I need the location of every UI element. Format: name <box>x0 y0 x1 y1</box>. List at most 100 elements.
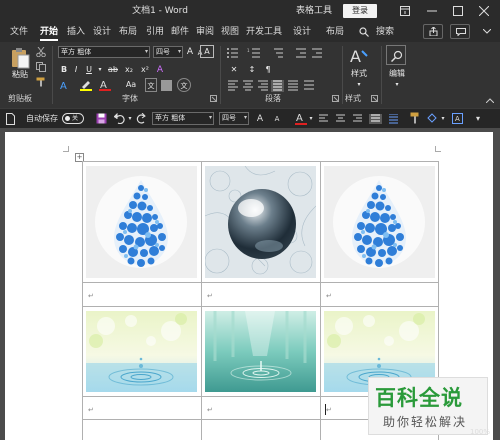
tab-file[interactable]: 文件 <box>10 22 28 42</box>
maximize-button[interactable] <box>446 0 470 22</box>
font-size-value: 四号 <box>156 48 170 56</box>
close-button[interactable] <box>472 0 496 22</box>
login-button[interactable]: 登录 <box>343 4 377 18</box>
dialog-launcher-icon[interactable] <box>371 95 378 102</box>
phonetic-guide-button[interactable]: 文 <box>145 78 157 92</box>
cut-icon[interactable] <box>36 47 46 57</box>
list-buttons[interactable]: 1 <box>226 47 336 59</box>
tab-layout[interactable]: 布局 <box>119 22 137 42</box>
table-border <box>320 161 321 440</box>
close-icon <box>479 6 489 16</box>
search-label[interactable]: 搜索 <box>376 22 394 42</box>
show-hide-marks-button[interactable]: ¶ <box>262 63 274 77</box>
text-effects-icon[interactable]: A <box>60 80 72 90</box>
chevron-down-icon[interactable]: ▾ <box>127 112 133 126</box>
paragraph-group-label: 段落 <box>265 94 281 103</box>
tab-review[interactable]: 审阅 <box>196 22 214 42</box>
dialog-launcher-icon[interactable] <box>210 95 217 102</box>
underline-button[interactable]: U <box>84 63 94 77</box>
text-box-icon[interactable]: A <box>452 113 463 124</box>
font-color-icon[interactable]: A <box>99 79 111 91</box>
paste-icon[interactable] <box>9 47 31 69</box>
editing-button[interactable] <box>386 45 406 65</box>
chevron-down-icon[interactable]: ▾ <box>392 78 402 92</box>
tab-mailings[interactable]: 邮件 <box>171 22 189 42</box>
table-border <box>82 306 438 307</box>
quick-access-toolbar: 自动保存 关 ▾ 苹方 粗体 ▾ 四号 ▾ A A A ▾ ▾ A ▾ <box>0 108 500 128</box>
collapse-ribbon-icon[interactable] <box>486 98 494 103</box>
chevron-down-icon[interactable]: ▾ <box>98 63 102 77</box>
document-icon <box>6 113 15 125</box>
autosave-toggle[interactable]: 关 <box>62 113 84 124</box>
bold-button[interactable]: B <box>59 63 69 77</box>
svg-text:A: A <box>60 81 67 90</box>
search-icon[interactable] <box>359 27 369 37</box>
tab-view[interactable]: 视图 <box>221 22 239 42</box>
font-group-label: 字体 <box>122 94 138 103</box>
alignment-buttons[interactable] <box>228 80 328 92</box>
shrink-font-button[interactable]: A <box>272 112 282 126</box>
minimize-button[interactable] <box>420 0 444 22</box>
tab-references[interactable]: 引用 <box>146 22 164 42</box>
water-droplet-pattern-image[interactable] <box>205 166 316 278</box>
tab-design[interactable]: 设计 <box>93 22 111 42</box>
svg-text:A: A <box>455 115 460 123</box>
ribbon: 粘贴 剪贴板 苹方 粗体 ▾ 四号 ▾ A A A B I U ▾ ab x₂ x²… <box>0 42 500 108</box>
tab-insert[interactable]: 插入 <box>67 22 85 42</box>
customize-toolbar-icon[interactable]: ▾ <box>474 112 482 126</box>
styles-icon[interactable]: A <box>350 47 368 65</box>
tab-table-design[interactable]: 设计 <box>293 22 311 42</box>
paste-label[interactable]: 粘贴 <box>8 68 32 82</box>
comments-button[interactable] <box>450 24 470 39</box>
chevron-down-icon[interactable]: ▾ <box>440 112 446 126</box>
font-color-icon[interactable]: A <box>295 112 307 125</box>
save-icon[interactable] <box>96 113 107 124</box>
change-case-button[interactable]: Aa <box>123 78 139 92</box>
table-border <box>82 161 83 440</box>
highlight-icon[interactable] <box>80 79 92 91</box>
zoom-level[interactable]: 100% <box>470 428 490 436</box>
sort-button[interactable]: ↕ <box>246 63 258 77</box>
grow-font-button[interactable]: A <box>185 45 195 59</box>
undo-icon[interactable] <box>114 113 126 124</box>
font-size-combo[interactable]: 四号 ▾ <box>153 46 183 58</box>
margin-corner-mark <box>63 146 69 152</box>
watermark-badge: 百科全说 助你轻松解决 <box>368 377 488 435</box>
tab-developer[interactable]: 开发工具 <box>246 22 282 42</box>
shading-icon[interactable] <box>426 112 438 124</box>
grow-font-button[interactable]: A <box>255 112 265 126</box>
copy-icon[interactable] <box>36 62 46 72</box>
ribbon-display-options-button[interactable] <box>393 0 417 22</box>
chevron-down-icon[interactable]: ▾ <box>308 112 314 126</box>
qat-font-name-combo[interactable]: 苹方 粗体 ▾ <box>152 112 214 125</box>
font-name-combo[interactable]: 苹方 粗体 ▾ <box>58 46 150 58</box>
redo-icon[interactable] <box>136 113 147 124</box>
share-button[interactable] <box>423 24 443 39</box>
qat-font-size-combo[interactable]: 四号 ▾ <box>219 112 249 125</box>
strikethrough-button[interactable]: ab <box>106 63 120 77</box>
subscript-button[interactable]: x₂ <box>122 63 136 77</box>
title-bar: 文档1 - Word 表格工具 登录 <box>0 0 500 22</box>
enclose-characters-button[interactable]: 文 <box>177 78 191 92</box>
italic-button[interactable]: I <box>71 63 81 77</box>
forest-water-image[interactable] <box>205 311 316 392</box>
tab-table-layout[interactable]: 布局 <box>326 22 344 42</box>
water-drop-bubbles <box>95 176 187 268</box>
chinese-layout-button[interactable]: ✕ <box>228 63 240 77</box>
water-drop-image[interactable] <box>324 166 435 278</box>
character-border-button[interactable]: A <box>200 45 214 58</box>
table-border <box>201 161 202 440</box>
superscript-button[interactable]: x² <box>138 63 152 77</box>
format-painter-icon[interactable] <box>36 77 46 87</box>
paragraph-mark: ↵ <box>88 406 94 414</box>
water-drop-image[interactable] <box>86 166 197 278</box>
active-tab-indicator <box>40 39 58 41</box>
text-effects-button[interactable]: A <box>154 63 166 77</box>
svg-text:1: 1 <box>247 48 250 53</box>
water-ripple-image[interactable] <box>86 311 197 392</box>
format-painter-icon[interactable] <box>410 112 422 124</box>
character-shading-button[interactable] <box>161 80 172 91</box>
ribbon-expand-button[interactable] <box>478 24 496 39</box>
dialog-launcher-icon[interactable] <box>332 95 339 102</box>
chevron-down-icon[interactable]: ▾ <box>354 78 364 92</box>
